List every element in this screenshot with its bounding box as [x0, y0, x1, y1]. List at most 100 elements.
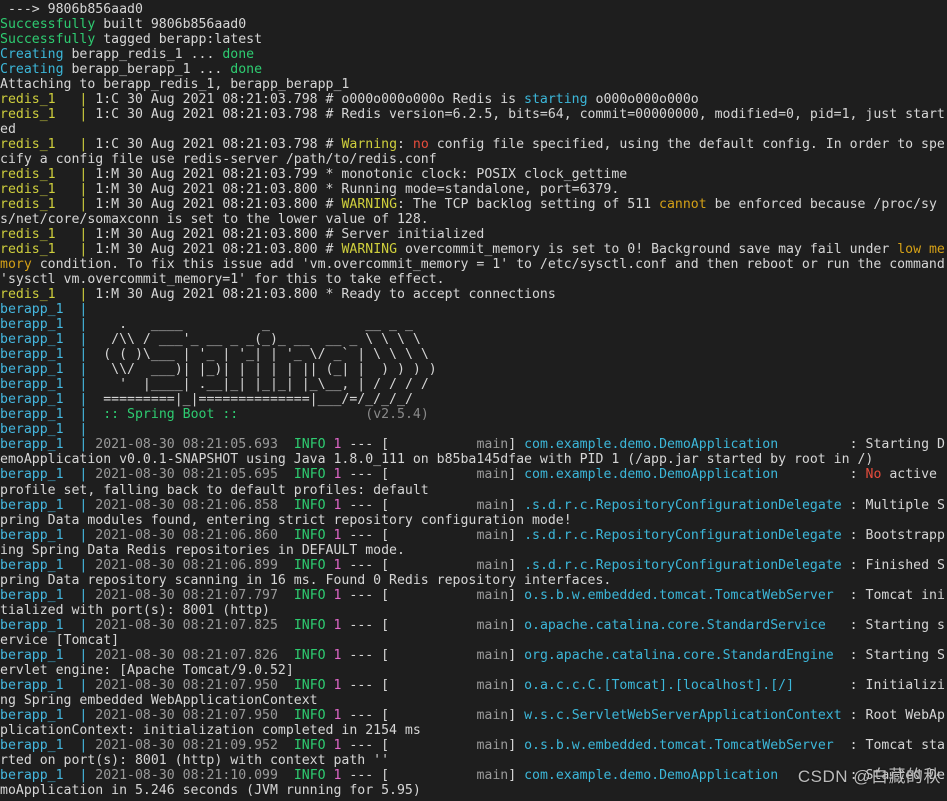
- terminal-segment: redis_1: [0, 242, 80, 258]
- terminal-segment: |: [79, 707, 96, 723]
- terminal-line: redis_1 | 1:C 30 Aug 2021 08:21:03.798 #…: [0, 107, 947, 137]
- terminal-segment: |: [79, 167, 96, 183]
- terminal-segment: [326, 528, 334, 543]
- terminal-segment: o.s.b.w.embedded.tomcat.TomcatWebServer: [524, 737, 842, 753]
- terminal-output[interactable]: ---> 9806b856aad0 Successfully built 9806…: [0, 0, 947, 801]
- terminal-segment: --- [: [341, 587, 390, 603]
- terminal-segment: [278, 648, 294, 663]
- terminal-line: redis_1 | 1:M 30 Aug 2021 08:21:03.800 #…: [0, 242, 947, 287]
- terminal-segment: 2021-08-30 08:21:06.858: [95, 497, 278, 513]
- terminal-segment: Creating: [0, 62, 64, 78]
- terminal-segment: main: [389, 497, 509, 513]
- terminal-segment: INFO: [293, 437, 326, 453]
- terminal-segment: 2021-08-30 08:21:06.899: [95, 557, 278, 573]
- terminal-segment: WARNING: [341, 197, 398, 213]
- terminal-segment: ]: [508, 767, 525, 783]
- terminal-segment: ]: [508, 497, 525, 513]
- terminal-segment: Successfully: [0, 32, 96, 48]
- terminal-segment: 1:M 30 Aug 2021 08:21:03.799 * monotonic…: [95, 167, 628, 183]
- terminal-segment: redis_1: [0, 182, 80, 198]
- terminal-line: berapp_1 | 2021-08-30 08:21:07.825 INFO …: [0, 618, 947, 648]
- terminal-line: berapp_1 | \\/ ___)| |_)| | | | | || (_|…: [0, 362, 947, 377]
- terminal-segment: --- [: [341, 497, 390, 513]
- terminal-segment: 1:M 30 Aug 2021 08:21:03.800 # Server in…: [95, 227, 485, 243]
- terminal-segment: |: [79, 197, 96, 213]
- terminal-segment: [278, 437, 294, 452]
- terminal-segment: 2021-08-30 08:21:07.950: [95, 677, 278, 693]
- terminal-segment: o.s.b.w.embedded.tomcat.TomcatWebServer: [524, 587, 842, 603]
- terminal-segment: --- [: [341, 737, 390, 753]
- terminal-segment: INFO: [293, 707, 326, 723]
- terminal-segment: main: [389, 587, 509, 603]
- terminal-segment: condition. To fix this issue add 'vm.ove…: [0, 257, 945, 288]
- terminal-segment: berapp_1: [0, 467, 80, 483]
- terminal-segment: : The TCP backlog setting of 511: [397, 197, 660, 213]
- terminal-segment: 1:M 30 Aug 2021 08:21:03.800 #: [95, 197, 342, 213]
- terminal-segment: redis_1: [0, 167, 80, 183]
- terminal-segment: |: [79, 497, 96, 513]
- terminal-segment: No: [865, 467, 882, 483]
- terminal-segment: INFO: [293, 497, 326, 513]
- terminal-line: berapp_1 | 2021-08-30 08:21:07.950 INFO …: [0, 678, 947, 708]
- terminal-segment: |: [79, 287, 96, 303]
- terminal-segment: main: [389, 467, 509, 483]
- terminal-segment: |: [79, 317, 96, 333]
- terminal-segment: INFO: [293, 647, 326, 663]
- terminal-segment: 1:M 30 Aug 2021 08:21:03.800 * Running m…: [95, 182, 620, 198]
- terminal-segment: --- [: [341, 647, 390, 663]
- terminal-segment: berapp_1: [0, 617, 80, 633]
- terminal-line: berapp_1 | 2021-08-30 08:21:07.950 INFO …: [0, 708, 947, 738]
- terminal-segment: [278, 618, 294, 633]
- terminal-line: ---> 9806b856aad0: [0, 2, 947, 17]
- terminal-line: berapp_1 | 2021-08-30 08:21:05.695 INFO …: [0, 467, 947, 497]
- terminal-line: Attaching to berapp_redis_1, berapp_bera…: [0, 77, 947, 92]
- terminal-line: berapp_1 | ' |____| .__|_| |_|_| |_\__, …: [0, 377, 947, 392]
- terminal-segment: |: [79, 92, 96, 108]
- terminal-segment: Warning: [341, 137, 398, 153]
- terminal-segment: |: [79, 137, 96, 153]
- terminal-segment: ]: [508, 677, 525, 693]
- terminal-segment: |: [79, 362, 96, 378]
- terminal-segment: |: [79, 767, 96, 783]
- terminal-segment: [326, 768, 334, 783]
- terminal-segment: berapp_1: [0, 677, 80, 693]
- terminal-segment: :: Spring Boot ::: [95, 407, 366, 423]
- terminal-segment: =========|_|==============|___/=/_/_/_/: [95, 392, 413, 408]
- terminal-line: redis_1 | 1:C 30 Aug 2021 08:21:03.798 #…: [0, 92, 947, 107]
- terminal-segment: --- [: [341, 707, 390, 723]
- terminal-segment: ]: [508, 467, 525, 483]
- terminal-segment: [326, 708, 334, 723]
- terminal-segment: INFO: [293, 527, 326, 543]
- terminal-line: berapp_1 |: [0, 302, 947, 317]
- terminal-segment: [326, 738, 334, 753]
- terminal-segment: |: [79, 392, 96, 408]
- terminal-segment: :: [397, 137, 413, 153]
- terminal-segment: |: [79, 467, 96, 483]
- terminal-segment: |: [79, 182, 96, 198]
- terminal-segment: com.example.demo.DemoApplication: [524, 767, 842, 783]
- terminal-segment: 2021-08-30 08:21:06.860: [95, 527, 278, 543]
- terminal-segment: redis_1: [0, 227, 80, 243]
- terminal-segment: berapp_1: [0, 377, 80, 393]
- terminal-segment: berapp_1: [0, 527, 80, 543]
- terminal-line: redis_1 | 1:C 30 Aug 2021 08:21:03.798 #…: [0, 137, 947, 167]
- terminal-line: berapp_1 | 2021-08-30 08:21:10.099 INFO …: [0, 768, 947, 798]
- terminal-segment: INFO: [293, 767, 326, 783]
- terminal-segment: ---> 9806b856aad0: [0, 2, 143, 17]
- terminal-segment: [326, 558, 334, 573]
- terminal-segment: no: [412, 137, 429, 153]
- terminal-segment: INFO: [293, 617, 326, 633]
- terminal-segment: 2021-08-30 08:21:07.825: [95, 617, 278, 633]
- terminal-segment: 1:M 30 Aug 2021 08:21:03.800 * Ready to …: [95, 287, 556, 303]
- terminal-segment: berapp_berapp_1 ...: [63, 62, 231, 78]
- terminal-segment: [326, 498, 334, 513]
- terminal-segment: |: [79, 332, 96, 348]
- terminal-segment: berapp_1: [0, 317, 80, 333]
- terminal-segment: cannot: [659, 197, 707, 213]
- terminal-segment: ]: [508, 527, 525, 543]
- terminal-segment: |: [79, 527, 96, 543]
- terminal-line: redis_1 | 1:M 30 Aug 2021 08:21:03.800 *…: [0, 287, 947, 302]
- terminal-line: redis_1 | 1:M 30 Aug 2021 08:21:03.800 *…: [0, 182, 947, 197]
- terminal-segment: ]: [508, 707, 525, 723]
- terminal-segment: w.s.c.ServletWebServerApplicationContext: [524, 707, 842, 723]
